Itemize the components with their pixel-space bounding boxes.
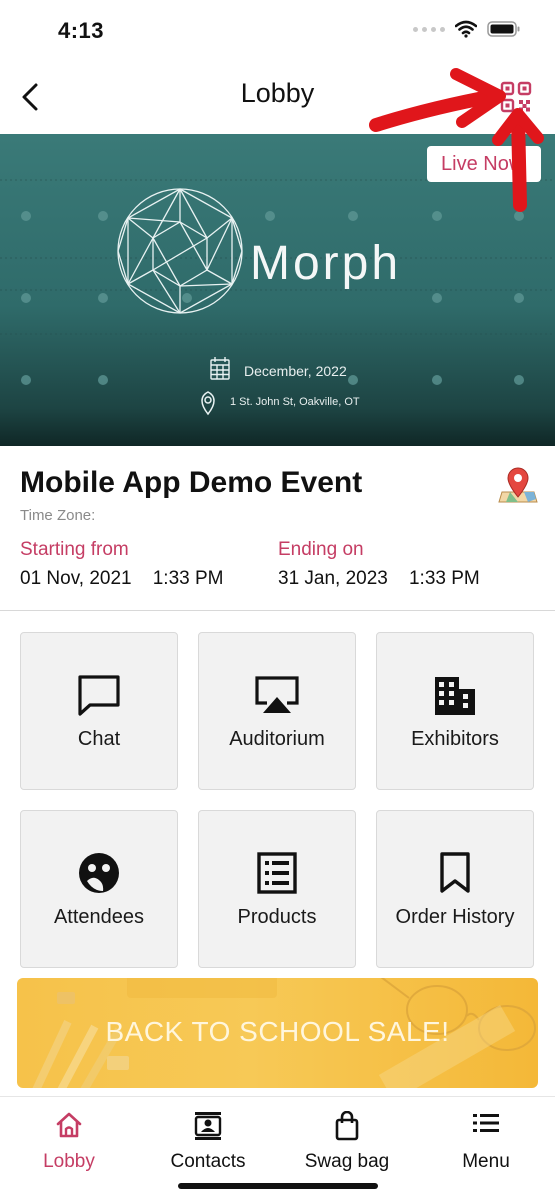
nav-label: Menu bbox=[462, 1151, 510, 1172]
qr-code-icon bbox=[500, 81, 532, 113]
qr-code-button[interactable] bbox=[499, 80, 533, 114]
tile-label: Auditorium bbox=[229, 728, 325, 750]
tile-order-history[interactable]: Order History bbox=[376, 810, 534, 968]
home-icon bbox=[56, 1112, 82, 1138]
tile-attendees[interactable]: Attendees bbox=[20, 810, 178, 968]
promo-text: BACK TO SCHOOL SALE! bbox=[105, 1016, 450, 1047]
tile-label: Order History bbox=[395, 906, 515, 928]
contact-card-icon bbox=[194, 1112, 222, 1140]
end-label: Ending on bbox=[278, 539, 364, 560]
event-date: December, 2022 bbox=[244, 363, 347, 379]
promo-banner[interactable]: BACK TO SCHOOL SALE! bbox=[17, 978, 538, 1088]
nav-label: Lobby bbox=[43, 1151, 95, 1172]
nav-label: Contacts bbox=[170, 1151, 246, 1172]
wifi-icon bbox=[455, 20, 477, 38]
start-label: Starting from bbox=[20, 539, 129, 560]
signal-icon bbox=[413, 26, 445, 32]
live-now-badge[interactable]: Live Now bbox=[427, 146, 541, 182]
face-icon bbox=[79, 853, 119, 893]
nav-item-contacts[interactable]: Contacts bbox=[139, 1105, 277, 1175]
tile-chat[interactable]: Chat bbox=[20, 632, 178, 790]
tile-label: Chat bbox=[77, 728, 121, 750]
nav-item-menu[interactable]: Menu bbox=[417, 1105, 555, 1175]
menu-icon bbox=[473, 1114, 499, 1132]
event-address: 1 St. John St, Oakville, OT bbox=[230, 396, 360, 408]
bookmark-icon bbox=[440, 852, 470, 893]
calendar-icon bbox=[210, 357, 230, 380]
tile-label: Attendees bbox=[53, 906, 145, 928]
home-indicator bbox=[178, 1183, 378, 1189]
tile-label: Products bbox=[237, 906, 317, 928]
end-datetime: 31 Jan, 2023 1:33 PM bbox=[278, 568, 480, 589]
tile-products[interactable]: Products bbox=[198, 810, 356, 968]
timezone-label: Time Zone: bbox=[20, 507, 96, 524]
divider bbox=[0, 610, 555, 611]
tile-auditorium[interactable]: Auditorium bbox=[198, 632, 356, 790]
location-pin-icon bbox=[201, 391, 215, 416]
nav-label: Swag bag bbox=[304, 1151, 390, 1172]
header: Lobby bbox=[0, 60, 555, 134]
shopping-bag-icon bbox=[335, 1111, 359, 1141]
logo-text: Morph bbox=[250, 237, 402, 290]
nav-item-swag-bag[interactable]: Swag bag bbox=[278, 1105, 416, 1175]
airplay-icon bbox=[255, 676, 299, 713]
battery-icon bbox=[487, 21, 520, 37]
event-banner[interactable]: Live Now Morph December, 2022 1 St. John… bbox=[0, 134, 555, 446]
status-bar: 4:13 bbox=[0, 0, 555, 60]
building-icon bbox=[435, 677, 475, 715]
status-time: 4:13 bbox=[58, 18, 105, 43]
chat-icon bbox=[78, 675, 120, 716]
page-title: Lobby bbox=[240, 78, 315, 108]
tile-exhibitors[interactable]: Exhibitors bbox=[376, 632, 534, 790]
geodesic-logo-icon bbox=[117, 188, 243, 314]
map-location-icon[interactable] bbox=[498, 466, 538, 504]
list-icon bbox=[257, 852, 297, 894]
tile-label: Exhibitors bbox=[411, 728, 499, 750]
event-title: Mobile App Demo Event bbox=[20, 466, 363, 499]
nav-item-lobby[interactable]: Lobby bbox=[0, 1105, 138, 1175]
start-datetime: 01 Nov, 2021 1:33 PM bbox=[20, 568, 224, 589]
status-icons bbox=[413, 20, 521, 38]
